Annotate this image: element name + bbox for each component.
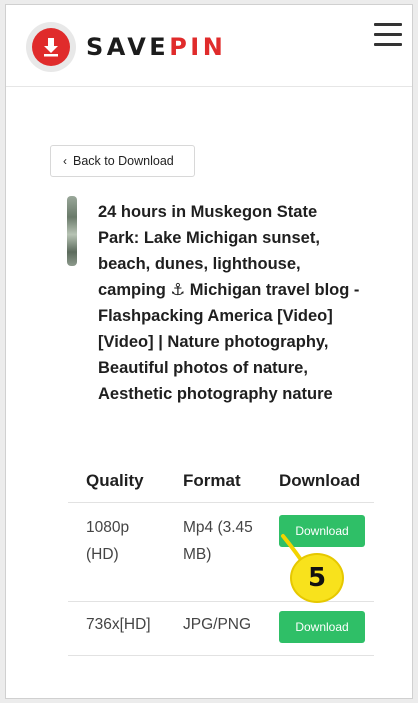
download-logo-icon [32, 28, 70, 66]
logo-wordmark[interactable]: SAVEPIN [86, 33, 226, 61]
back-to-download-button[interactable]: ‹ Back to Download [50, 145, 195, 177]
download-button-mp4[interactable]: Download [279, 515, 365, 547]
row1-format: Mp4 (3.45 MB) [183, 519, 253, 563]
chevron-left-icon: ‹ [63, 154, 67, 168]
row2-format: JPG/PNG [183, 616, 252, 633]
media-title: 24 hours in Muskegon State Park: Lake Mi… [98, 203, 360, 403]
column-header-download: Download [279, 471, 361, 490]
site-header: SAVEPIN [6, 5, 412, 87]
back-button-label: Back to Download [73, 154, 174, 168]
table-row-divider [68, 601, 374, 602]
table-bottom-divider [68, 655, 374, 656]
hamburger-menu-icon[interactable] [374, 23, 402, 47]
page-frame: SAVEPIN ‹ Back to Download 24 hours in M… [5, 4, 413, 699]
download-button-image[interactable]: Download [279, 611, 365, 643]
row1-quality: 1080p (HD) [86, 519, 130, 563]
column-header-format: Format [183, 471, 241, 490]
logo-text-pin: PIN [169, 33, 227, 61]
logo-text-save: SAVE [86, 33, 170, 61]
step-number-badge: 5 [290, 553, 344, 603]
row2-quality: 736x[HD] [86, 616, 151, 633]
column-header-quality: Quality [86, 471, 144, 490]
table-header-divider [68, 502, 374, 503]
media-thumbnail [67, 196, 77, 266]
